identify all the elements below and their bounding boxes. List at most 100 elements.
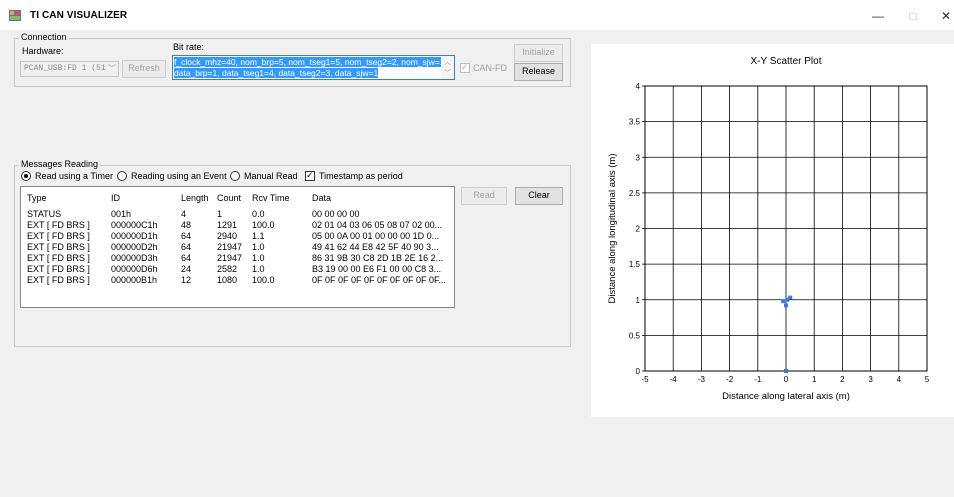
scatter-point xyxy=(784,369,788,373)
table-cell: 100.0 xyxy=(252,275,275,285)
x-tick-label: -1 xyxy=(754,375,762,384)
read-button[interactable]: Read xyxy=(461,187,507,205)
scroll-up-icon[interactable]: ︿ xyxy=(444,57,451,67)
maximize-button[interactable]: □ xyxy=(903,8,923,24)
title-bar: TI CAN VISUALIZER — □ ✕ xyxy=(0,0,954,30)
radio-read-timer-label: Read using a Timer xyxy=(35,171,114,181)
y-axis-label: Distance along longitudinal axis (m) xyxy=(607,154,618,304)
column-header[interactable]: ID xyxy=(111,193,120,203)
radio-manual-read-label: Manual Read xyxy=(244,171,298,181)
table-cell: 000000D1h xyxy=(111,231,158,241)
column-header[interactable]: Count xyxy=(217,193,241,203)
table-cell: 1.1 xyxy=(252,231,265,241)
table-cell: 2940 xyxy=(217,231,238,241)
table-cell: 1.0 xyxy=(252,253,265,263)
timestamp-label: Timestamp as period xyxy=(319,171,403,181)
table-cell: 000000D2h xyxy=(111,242,158,252)
hardware-value: PCAN_USB:FD 1 (51 xyxy=(24,64,106,73)
table-cell: 1 xyxy=(217,209,223,219)
table-cell: 1080 xyxy=(217,275,238,285)
release-button[interactable]: Release xyxy=(514,63,563,81)
bitrate-scrollbar[interactable]: ︿ ﹀ xyxy=(441,56,454,79)
scatter-plot-panel: X-Y Scatter Plot -5 -4 -3 -2 -1 0 1 2 3 4 5 0 0.5 1 1.5… xyxy=(591,44,954,417)
table-row[interactable]: EXT [ FD BRS ] 000000D2h 64 21947 1.0 49 41 6… xyxy=(21,242,454,253)
radio-manual-read[interactable] xyxy=(230,171,240,181)
list-header: Type ID Length Count Rcv Time Data xyxy=(21,193,454,204)
check-icon: ✓ xyxy=(306,170,314,180)
scatter-point xyxy=(785,297,790,302)
x-tick-label: -3 xyxy=(698,375,706,384)
close-button[interactable]: ✕ xyxy=(936,8,954,24)
hardware-combo[interactable]: PCAN_USB:FD 1 (51 ﹀ xyxy=(20,61,119,77)
table-cell: 48 xyxy=(181,220,192,230)
radio-read-event-label: Reading using an Event xyxy=(131,171,227,181)
table-row[interactable]: EXT [ FD BRS ] 000000C1h 48 1291 100.0 02 01 … xyxy=(21,220,454,231)
table-cell: EXT [ FD BRS ] xyxy=(27,253,90,263)
table-cell: 1.0 xyxy=(252,242,265,252)
y-tick-label: 0.5 xyxy=(629,331,641,340)
column-header[interactable]: Data xyxy=(312,193,331,203)
x-tick-label: 5 xyxy=(925,375,930,384)
table-cell: 0F 0F 0F 0F 0F 0F 0F 0F 0F 0F... xyxy=(312,275,447,285)
table-cell: 64 xyxy=(181,253,192,263)
table-cell: EXT [ FD BRS ] xyxy=(27,231,90,241)
column-header[interactable]: Length xyxy=(181,193,209,203)
table-cell: 000000D6h xyxy=(111,264,158,274)
clear-button[interactable]: Clear xyxy=(515,187,563,205)
table-cell: 100.0 xyxy=(252,220,275,230)
column-header[interactable]: Type xyxy=(27,193,47,203)
x-tick-label: 1 xyxy=(812,375,817,384)
table-row[interactable]: EXT [ FD BRS ] 000000B1h 12 1080 100.0 0F 0F … xyxy=(21,275,454,286)
table-row[interactable]: EXT [ FD BRS ] 000000D3h 64 21947 1.0 86 31 9… xyxy=(21,253,454,264)
y-tick-label: 2 xyxy=(636,225,641,234)
table-cell: 2582 xyxy=(217,264,238,274)
hardware-label: Hardware: xyxy=(22,46,64,56)
table-cell: 0.0 xyxy=(252,209,265,219)
y-tick-label: 3.5 xyxy=(629,118,641,127)
table-cell: 21947 xyxy=(217,242,243,252)
initialize-button[interactable]: Initialize xyxy=(514,44,563,62)
table-row[interactable]: EXT [ FD BRS ] 000000D1h 64 2940 1.1 05 00 0A… xyxy=(21,231,454,242)
table-cell: 1.0 xyxy=(252,264,265,274)
y-tick-label: 2.5 xyxy=(629,189,641,198)
column-header[interactable]: Rcv Time xyxy=(252,193,290,203)
radio-read-timer[interactable] xyxy=(21,171,31,181)
table-cell: 12 xyxy=(181,275,192,285)
bitrate-label: Bit rate: xyxy=(173,42,205,52)
bitrate-textbox[interactable]: f_clock_mhz=40, nom_brp=5, nom_tseg1=5, … xyxy=(172,55,455,80)
scatter-point xyxy=(781,299,786,304)
x-tick-label: -2 xyxy=(726,375,734,384)
table-row[interactable]: STATUS 001h 4 1 0.0 00 00 00 00 xyxy=(21,209,454,220)
canfd-checkbox[interactable]: ✓ xyxy=(460,62,470,73)
minimize-button[interactable]: — xyxy=(868,8,888,24)
messages-list[interactable]: Type ID Length Count Rcv Time Data STATU… xyxy=(20,186,455,308)
chevron-down-icon: ﹀ xyxy=(108,64,116,73)
table-row[interactable]: EXT [ FD BRS ] 000000D6h 24 2582 1.0 B3 19 00… xyxy=(21,264,454,275)
table-cell: EXT [ FD BRS ] xyxy=(27,275,90,285)
x-tick-label: 2 xyxy=(840,375,845,384)
table-cell: 000000B1h xyxy=(111,275,158,285)
y-tick-label: 3 xyxy=(636,153,641,162)
scatter-point xyxy=(784,303,788,308)
radio-read-event[interactable] xyxy=(117,171,127,181)
table-cell: 001h xyxy=(111,209,132,219)
table-cell: EXT [ FD BRS ] xyxy=(27,264,90,274)
scatter-plot: X-Y Scatter Plot -5 -4 -3 -2 -1 0 1 2 3 4 5 0 0.5 1 1.5… xyxy=(607,56,930,402)
table-cell: B3 19 00 00 E6 F1 00 00 C8 3... xyxy=(312,264,442,274)
x-tick-label: 4 xyxy=(897,375,902,384)
timestamp-checkbox[interactable]: ✓ xyxy=(305,170,315,181)
table-cell: EXT [ FD BRS ] xyxy=(27,220,90,230)
table-cell: 02 01 04 03 06 05 08 07 02 00... xyxy=(312,220,443,230)
table-cell: 1291 xyxy=(217,220,238,230)
y-tick-label: 1.5 xyxy=(629,260,641,269)
table-cell: 64 xyxy=(181,242,192,252)
table-cell: 4 xyxy=(181,209,187,219)
table-cell: 49 41 62 44 E8 42 5F 40 90 3... xyxy=(312,242,439,252)
chart-title: X-Y Scatter Plot xyxy=(751,56,822,67)
table-cell: 000000D3h xyxy=(111,253,158,263)
table-cell: EXT [ FD BRS ] xyxy=(27,242,90,252)
scroll-down-icon[interactable]: ﹀ xyxy=(444,68,451,78)
y-tick-label: 4 xyxy=(636,82,641,91)
bitrate-line-2: data_brp=1, data_tseg1=4, data_tseg2=3, … xyxy=(174,68,379,78)
refresh-button[interactable]: Refresh xyxy=(122,60,166,78)
